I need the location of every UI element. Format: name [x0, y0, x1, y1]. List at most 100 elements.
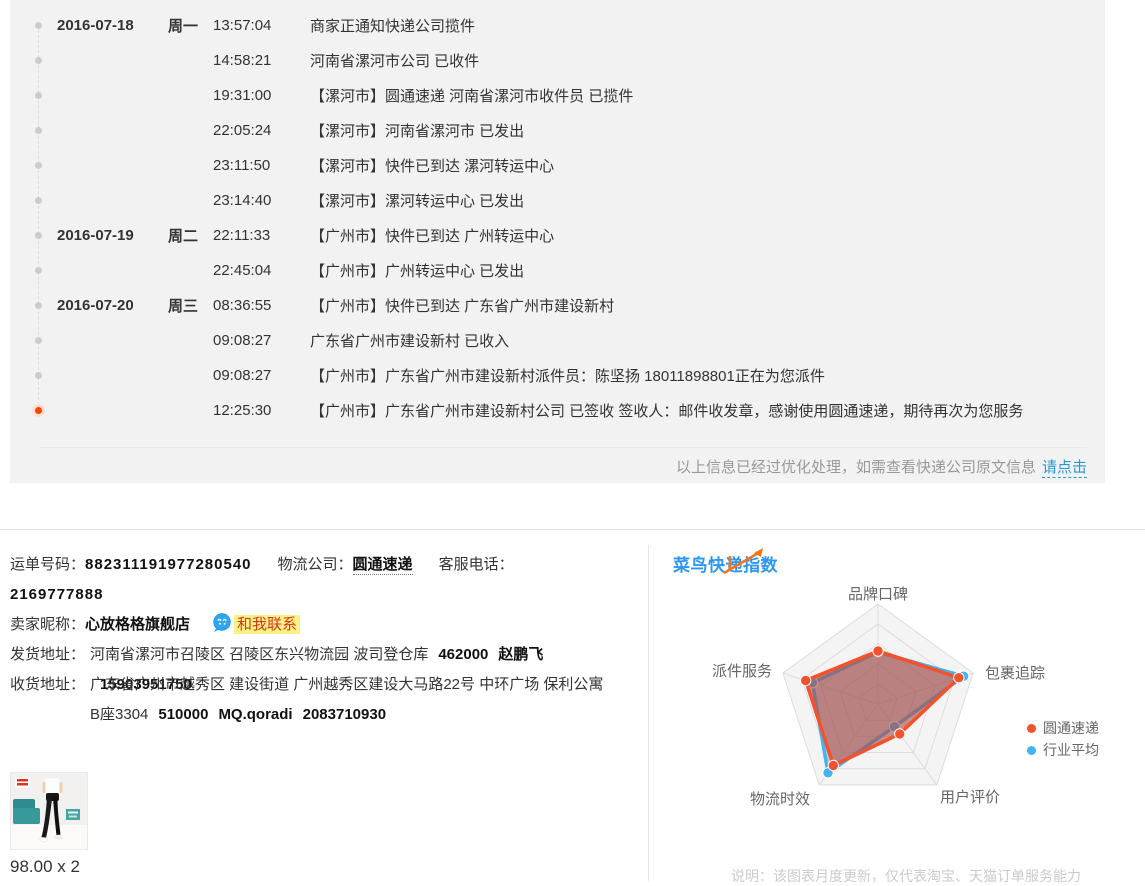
timeline-dot-icon [35, 302, 42, 309]
contact-me-badge[interactable]: 和我联系 [234, 615, 300, 634]
timeline-dot-icon [35, 92, 42, 99]
timeline-row: 2016-07-19 周二 22:11:33 【广州市】快件已到达 广州转运中心 [10, 218, 1105, 253]
timeline-row: 22:45:04 【广州市】广州转运中心 已发出 [10, 253, 1105, 288]
event-description: 广东省广州市建设新村 已收入 [310, 330, 1105, 351]
event-date: 2016-07-19 [57, 227, 168, 244]
event-description: 河南省漯河市公司 已收件 [310, 50, 1105, 71]
event-weekday: 周一 [168, 15, 213, 36]
timeline-row: 09:08:27 【广州市】广东省广州市建设新村派件员：陈坚扬 18011898… [10, 358, 1105, 393]
seller-line: 卖家昵称：心放格格旗舰店 和我联系 [10, 610, 625, 640]
event-description: 【广州市】快件已到达 广州转运中心 [310, 225, 1105, 246]
event-time: 22:05:24 [213, 122, 310, 139]
timeline-dot-icon [35, 372, 42, 379]
event-description: 【漯河市】漯河转运中心 已发出 [310, 190, 1105, 211]
legend-dot-icon [1027, 724, 1036, 733]
axis-label-tracking: 包裹追踪 [985, 662, 1045, 683]
axis-label-delivery: 派件服务 [712, 660, 772, 681]
event-time: 09:08:27 [213, 332, 310, 349]
timeline-row: 23:11:50 【漯河市】快件已到达 漯河转运中心 [10, 148, 1105, 183]
timeline-dot-icon [35, 337, 42, 344]
legend-dot-icon [1027, 746, 1036, 755]
event-description: 【广州市】广东省广州市建设新村公司 已签收 签收人：邮件收发章，感谢使用圆通速递… [310, 400, 1105, 421]
product-photo [11, 773, 87, 849]
timeline-dot-icon [35, 232, 42, 239]
event-description: 【广州市】快件已到达 广东省广州市建设新村 [310, 295, 1105, 316]
recv-address-line: 收货地址：广东省广州市越秀区 建设街道 广州越秀区建设大马路22号 中环广场 保… [10, 670, 607, 700]
event-time: 13:57:04 [213, 17, 310, 34]
axis-label-speed: 物流时效 [750, 788, 810, 809]
event-time: 08:36:55 [213, 297, 310, 314]
seller-name: 心放格格旗舰店 [85, 616, 190, 633]
legend-item[interactable]: 行业平均 [1027, 739, 1099, 761]
event-time: 22:45:04 [213, 262, 310, 279]
event-description: 【漯河市】快件已到达 漯河转运中心 [310, 155, 1105, 176]
event-description: 【漯河市】河南省漯河市 已发出 [310, 120, 1105, 141]
axis-label-brand: 品牌口碑 [828, 583, 928, 604]
event-time: 19:31:00 [213, 87, 310, 104]
timeline-row: 14:58:21 河南省漯河市公司 已收件 [10, 43, 1105, 78]
radar-legend: 圆通速递行业平均 [1027, 717, 1099, 761]
footer-note: 以上信息已经过优化处理，如需查看快递公司原文信息 [676, 459, 1036, 476]
axis-label-rating: 用户评价 [940, 786, 1000, 807]
ship-address-line: 发货地址：河南省漯河市召陵区 召陵区东兴物流园 波司登仓库462000赵鹏飞15… [10, 640, 607, 670]
recv-contact-phone: 2083710930 [303, 706, 386, 723]
event-time: 09:08:27 [213, 367, 310, 384]
event-date: 2016-07-18 [57, 17, 168, 34]
timeline-dot-icon [35, 162, 42, 169]
view-original-link[interactable]: 请点击 [1042, 459, 1087, 478]
logistics-company-link[interactable]: 圆通速递 [353, 556, 413, 575]
timeline-dot-icon [35, 22, 42, 29]
ship-address: 河南省漯河市召陵区 召陵区东兴物流园 波司登仓库 [90, 646, 428, 663]
event-weekday: 周二 [168, 225, 213, 246]
ship-contact-name: 赵鹏飞 [498, 646, 543, 663]
timeline-row: 22:05:24 【漯河市】河南省漯河市 已发出 [10, 113, 1105, 148]
phone-label: 客服电话： [439, 556, 514, 573]
event-time: 23:14:40 [213, 192, 310, 209]
event-description: 【漯河市】圆通速递 河南省漯河市收件员 已揽件 [310, 85, 1105, 106]
timeline-dot-icon [35, 57, 42, 64]
timeline-row: 2016-07-20 周三 08:36:55 【广州市】快件已到达 广东省广州市… [10, 288, 1105, 323]
recv-address-label: 收货地址： [10, 670, 85, 700]
event-description: 【广州市】广东省广州市建设新村派件员：陈坚扬 18011898801正在为您派件 [310, 365, 1105, 386]
event-time: 12:25:30 [213, 402, 310, 419]
recv-zip: 510000 [158, 706, 208, 723]
event-weekday: 周三 [168, 295, 213, 316]
legend-label: 行业平均 [1043, 740, 1099, 760]
event-date: 2016-07-20 [57, 297, 168, 314]
phone-line: 2169777888 [10, 580, 625, 610]
service-phone: 2169777888 [10, 586, 103, 603]
event-time: 14:58:21 [213, 52, 310, 69]
ship-zip: 462000 [438, 646, 488, 663]
horizontal-divider [0, 529, 1145, 530]
panel-separator [40, 447, 1087, 448]
timeline-row: 12:25:30 【广州市】广东省广州市建设新村公司 已签收 签收人：邮件收发章… [10, 393, 1105, 428]
vertical-divider [648, 545, 649, 881]
waybill-line: 运单号码：882311191977280540 物流公司：圆通速递 客服电话： [10, 550, 625, 580]
seller-label: 卖家昵称： [10, 616, 85, 633]
product-price: 98.00 x 2 [10, 857, 80, 877]
radar-note: 说明：该图表月度更新，仅代表淘宝、天猫订单服务能力 [731, 866, 1081, 886]
recv-contact-name: MQ.qoradi [218, 706, 292, 723]
timeline-dot-icon [35, 407, 42, 414]
waybill-label: 运单号码： [10, 556, 85, 573]
order-info: 运单号码：882311191977280540 物流公司：圆通速递 客服电话： 21… [10, 550, 625, 700]
tracking-panel: 2016-07-18 周一 13:57:04 商家正通知快递公司揽件 14:58… [10, 0, 1105, 483]
legend-label: 圆通速递 [1043, 718, 1099, 738]
event-time: 23:11:50 [213, 157, 310, 174]
timeline-rows: 2016-07-18 周一 13:57:04 商家正通知快递公司揽件 14:58… [10, 8, 1105, 428]
waybill-number: 882311191977280540 [85, 556, 252, 573]
timeline-dot-icon [35, 197, 42, 204]
product-thumbnail[interactable] [10, 772, 88, 850]
legend-item[interactable]: 圆通速递 [1027, 717, 1099, 739]
timeline-dot-icon [35, 127, 42, 134]
timeline-row: 09:08:27 广东省广州市建设新村 已收入 [10, 323, 1105, 358]
company-label: 物流公司： [278, 556, 353, 573]
event-description: 商家正通知快递公司揽件 [310, 15, 1105, 36]
event-description: 【广州市】广州转运中心 已发出 [310, 260, 1105, 281]
timeline-row: 2016-07-18 周一 13:57:04 商家正通知快递公司揽件 [10, 8, 1105, 43]
event-time: 22:11:33 [213, 227, 310, 244]
timeline-row: 19:31:00 【漯河市】圆通速递 河南省漯河市收件员 已揽件 [10, 78, 1105, 113]
timeline-dot-icon [35, 267, 42, 274]
timeline-row: 23:14:40 【漯河市】漯河转运中心 已发出 [10, 183, 1105, 218]
panel-footer: 以上信息已经过优化处理，如需查看快递公司原文信息请点击 [676, 456, 1087, 477]
